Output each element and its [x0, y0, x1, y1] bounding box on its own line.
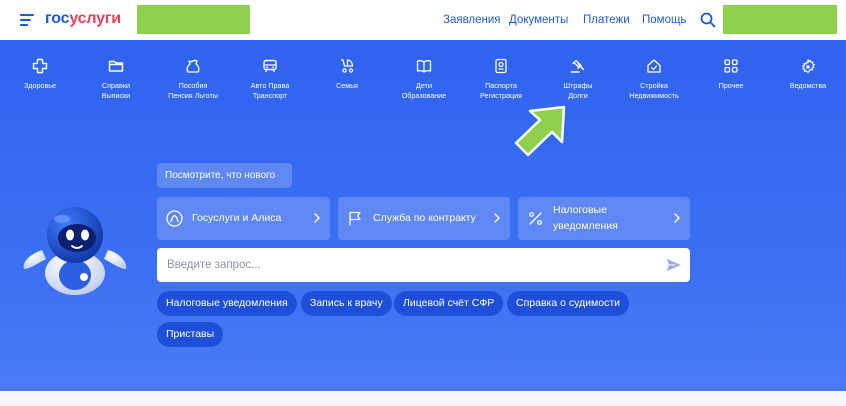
quick-link-criminal-record[interactable]: Справка о судимости	[507, 291, 629, 316]
nav-applications[interactable]: Заявления	[443, 13, 501, 27]
gavel-icon	[570, 59, 585, 73]
wallet-bag-icon	[186, 59, 200, 73]
send-icon[interactable]	[666, 257, 682, 273]
search-box	[157, 248, 690, 282]
robot-mascot-icon	[23, 207, 127, 295]
card-alice[interactable]: Госуслуги и Алиса	[157, 197, 330, 240]
category-education[interactable]: Дети Образование	[389, 58, 459, 100]
category-certificates[interactable]: Справки Выписки	[81, 58, 151, 100]
top-header: госуслуги Заявления Документы Платежи По…	[0, 0, 846, 40]
category-fines[interactable]: Штрафы Долги	[543, 58, 613, 100]
book-icon	[416, 60, 432, 73]
whats-new-button[interactable]: Посмотрите, что нового	[157, 163, 292, 188]
search-icon[interactable]	[700, 12, 716, 28]
nav-payments[interactable]: Платежи	[583, 13, 630, 27]
category-auto[interactable]: Авто Права Транспорт	[235, 58, 305, 100]
chevron-right-icon	[494, 213, 500, 223]
category-passports[interactable]: Паспорта Регистрация	[466, 58, 536, 100]
stroller-icon	[341, 59, 354, 73]
highlight-placeholder-right	[723, 5, 837, 34]
quick-link-doctor-appointment[interactable]: Запись к врачу	[301, 291, 392, 316]
pointer-arrow-icon	[514, 105, 566, 157]
card-tax-label-line2: уведомления	[553, 220, 618, 232]
house-icon	[647, 59, 661, 73]
category-benefits[interactable]: Пособия Пенсия Льготы	[158, 58, 228, 100]
nav-documents[interactable]: Документы	[509, 13, 568, 27]
card-alice-label: Госуслуги и Алиса	[192, 212, 282, 224]
category-agencies[interactable]: Ведомства	[773, 58, 843, 91]
card-contract-label: Служба по контракту	[373, 212, 476, 224]
card-tax-label-line1: Налоговые	[553, 204, 607, 216]
chevron-right-icon	[674, 213, 680, 223]
search-input[interactable]	[167, 248, 647, 282]
quick-link-sfr-account[interactable]: Лицевой счёт СФР	[394, 291, 504, 316]
card-contract-service[interactable]: Служба по контракту	[338, 197, 510, 240]
nav-help[interactable]: Помощь	[642, 13, 686, 27]
car-icon	[263, 59, 277, 72]
chevron-right-icon	[314, 213, 320, 223]
quick-link-tax-notices[interactable]: Налоговые уведомления	[157, 291, 297, 316]
category-health[interactable]: Здоровье	[5, 58, 75, 91]
menu-icon[interactable]	[20, 14, 34, 26]
grid-icon	[724, 59, 738, 73]
highlight-placeholder-left	[137, 5, 250, 34]
percent-icon	[529, 212, 542, 225]
folder-icon	[108, 60, 124, 72]
gosuslugi-logo[interactable]: госуслуги	[45, 9, 121, 29]
category-other[interactable]: Прочее	[696, 58, 766, 91]
alice-icon	[166, 210, 183, 227]
passport-icon	[495, 58, 507, 74]
category-family[interactable]: Семья	[312, 58, 382, 91]
card-tax-notices[interactable]: Налоговые уведомления	[518, 197, 690, 240]
flag-icon	[349, 211, 361, 226]
emblem-icon	[801, 58, 816, 74]
category-real-estate[interactable]: Стройка Недвижимость	[619, 58, 689, 100]
plus-cross-icon	[32, 58, 48, 74]
quick-link-bailiffs[interactable]: Приставы	[157, 322, 224, 347]
